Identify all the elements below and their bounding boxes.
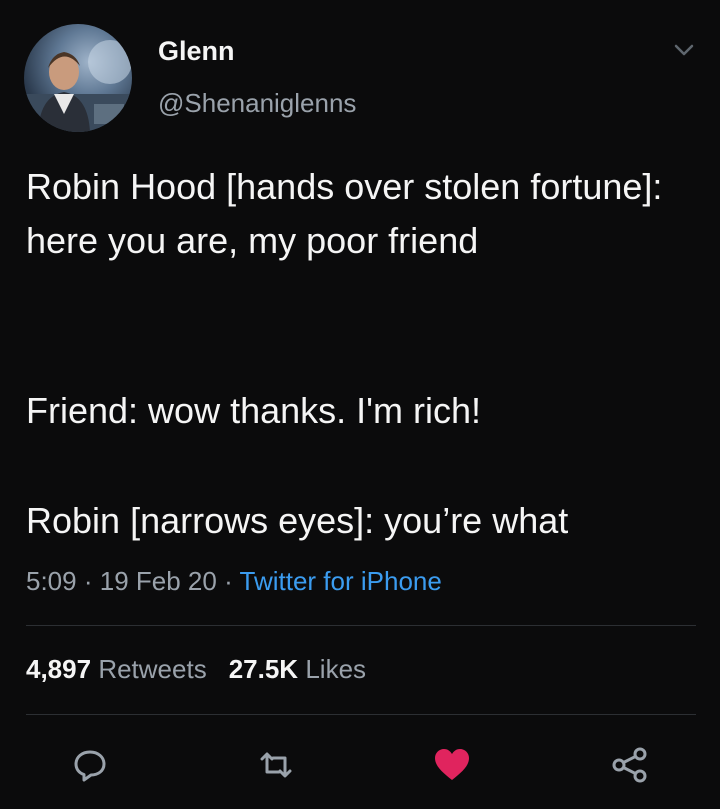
tweet-text-line-3: Robin [narrows eyes]: you’re what xyxy=(26,500,569,541)
likes-count: 27.5K xyxy=(228,654,299,684)
retweets-label: Retweets xyxy=(98,654,207,684)
retweets-count: 4,897 xyxy=(26,654,92,684)
tweet-text-line-2: Friend: wow thanks. I'm rich! xyxy=(26,390,482,431)
reply-icon xyxy=(74,750,106,782)
retweet-button[interactable] xyxy=(254,743,298,787)
likes-label: Likes xyxy=(305,654,367,684)
divider xyxy=(26,714,696,715)
share-icon xyxy=(612,747,647,783)
meta-separator: · xyxy=(83,566,93,596)
author-handle[interactable]: @Shenaniglenns xyxy=(158,88,356,119)
tweet-time: 5:09 xyxy=(26,566,77,596)
tweet-text-line-1: Robin Hood [hands over stolen fortune]: … xyxy=(26,166,673,261)
tweet-stats: 4,897 Retweets 27.5K Likes xyxy=(26,654,366,685)
tweet-date: 19 Feb 20 xyxy=(99,566,217,596)
divider xyxy=(26,625,696,626)
tweet-source-link[interactable]: Twitter for iPhone xyxy=(240,566,442,596)
tweet-meta: 5:09 · 19 Feb 20 · Twitter for iPhone xyxy=(26,566,442,597)
chevron-down-icon[interactable] xyxy=(672,38,696,62)
avatar[interactable] xyxy=(24,24,132,132)
share-button[interactable] xyxy=(608,743,652,787)
likes-stat[interactable]: 27.5K Likes xyxy=(229,654,366,684)
author-name[interactable]: Glenn xyxy=(158,36,235,67)
heart-icon xyxy=(435,749,469,780)
reply-button[interactable] xyxy=(68,743,112,787)
like-button[interactable] xyxy=(430,743,474,787)
retweet-icon xyxy=(260,752,292,778)
retweets-stat[interactable]: 4,897 Retweets xyxy=(26,654,207,684)
meta-separator: · xyxy=(224,566,233,596)
